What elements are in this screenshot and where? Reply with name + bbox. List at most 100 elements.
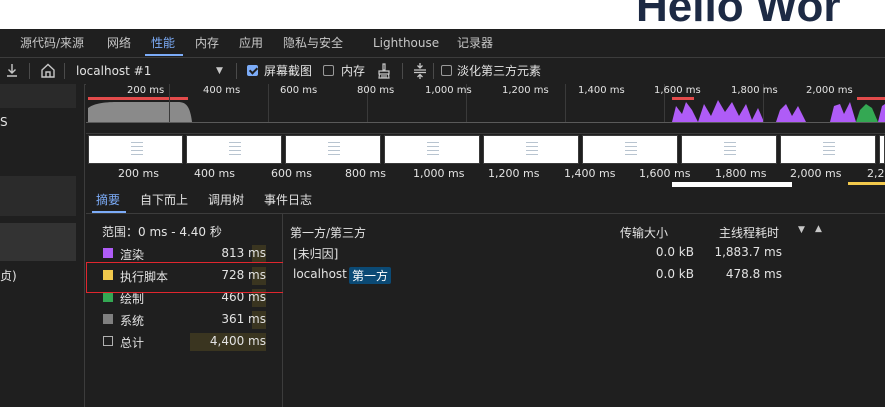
toolbar-divider (64, 63, 65, 79)
details-tabs: 摘要 自下而上 调用树 事件日志 (86, 188, 885, 214)
active-tab-indicator (92, 211, 126, 213)
page-heading: Hello Wor (636, 0, 841, 29)
overview-tick-label: 600 ms (280, 85, 318, 96)
screenshot-thumbnail[interactable] (780, 135, 876, 164)
screenshot-thumbnail[interactable] (483, 135, 579, 164)
screenshots-checkbox[interactable] (247, 65, 258, 76)
table-cell-size: 0.0 kB (655, 267, 694, 281)
page-preview: Hello Wor (0, 0, 885, 29)
overview-tick-label: 1,200 ms (502, 85, 549, 96)
screenshot-thumbnail[interactable] (879, 135, 885, 164)
ruler-tick-label: 1,200 ms (488, 167, 540, 180)
screenshot-thumbnail[interactable] (582, 135, 678, 164)
recording-select[interactable]: localhost #1 ▼ (76, 58, 228, 84)
tab-sources[interactable]: 源代码/来源 (20, 29, 84, 57)
recording-select-value: localhost #1 (76, 64, 152, 78)
table-cell-name: localhost (293, 267, 347, 281)
table-row[interactable]: [未归因] 0.0 kB 1,883.7 ms (283, 242, 813, 264)
screenshot-thumbnail[interactable] (88, 135, 183, 164)
screenshot-thumbnail[interactable] (186, 135, 282, 164)
overview-tick-label: 2,000 ms (806, 85, 853, 96)
table-cell-time: 478.8 ms (725, 267, 782, 281)
tab-bottom-up[interactable]: 自下而上 (140, 188, 188, 213)
broom-icon[interactable] (376, 58, 392, 84)
tab-privacy-security[interactable]: 隐私与安全 (283, 29, 343, 57)
column-header-main-thread-time[interactable]: 主线程耗时 (719, 224, 779, 241)
third-party-table: 第一方/第三方 传输大小 主线程耗时 ▼ ▲ [未归因] 0.0 kB 1,88… (283, 214, 885, 407)
table-row[interactable]: localhost 第一方 0.0 kB 478.8 ms (283, 264, 813, 286)
total-color-swatch (103, 336, 113, 346)
column-header-party[interactable]: 第一方/第三方 (290, 224, 366, 241)
ruler-tick-label: 400 ms (194, 167, 235, 180)
rendering-color-swatch (103, 248, 113, 258)
sort-descending-icon[interactable]: ▼ (798, 225, 805, 235)
screenshot-thumbnail[interactable] (384, 135, 480, 164)
dim-third-party-label[interactable]: 淡化第三方元素 (457, 58, 541, 84)
ruler-tick-label: 2,000 ms (790, 167, 842, 180)
screenshot-thumbnail[interactable] (285, 135, 381, 164)
home-icon[interactable] (39, 58, 57, 84)
left-sidebar: S 贞) (0, 84, 85, 407)
toolbar-divider (29, 63, 30, 79)
download-icon[interactable] (4, 58, 20, 84)
ruler-tick-label: 1,000 ms (413, 167, 465, 180)
ruler-tick-label: 800 ms (345, 167, 386, 180)
ruler-tick-label: 200 ms (118, 167, 159, 180)
screenshot-thumbnail[interactable] (681, 135, 777, 164)
sidebar-row[interactable] (0, 84, 76, 108)
sidebar-text-fragment: 贞) (0, 269, 17, 283)
memory-label[interactable]: 内存 (341, 58, 365, 84)
sidebar-row-selected[interactable] (0, 223, 76, 261)
summary-row-value: 813 ms (221, 246, 266, 260)
summary-row-value: 361 ms (221, 312, 266, 326)
table-cell-name: [未归因] (293, 247, 339, 261)
table-cell-size: 0.0 kB (655, 245, 694, 259)
dim-third-party-checkbox[interactable] (441, 65, 452, 76)
ruler-tick-label: 1,800 ms (715, 167, 767, 180)
summary-panel: 范围：0 ms - 4.40 秒 渲染 813 ms 执行脚本 728 ms 绘… (86, 214, 283, 407)
tab-recorder[interactable]: 记录器 (457, 29, 493, 57)
overview-tick-label: 400 ms (203, 85, 241, 96)
tab-event-log[interactable]: 事件日志 (264, 188, 312, 213)
overview-tick-label: 1,800 ms (731, 85, 778, 96)
painting-color-swatch (103, 292, 113, 302)
toolbar-divider (236, 63, 237, 79)
first-party-badge: 第一方 (349, 267, 392, 284)
sidebar-row[interactable] (0, 176, 76, 216)
ruler-tick-label: 2,20 (867, 167, 885, 180)
devtools-main-tabs: 源代码/来源 网络 性能 内存 应用 隐私与安全 Lighthouse 记录器 (0, 29, 885, 58)
tab-memory[interactable]: 内存 (195, 29, 219, 57)
system-color-swatch (103, 314, 113, 324)
timeline-overview[interactable]: 200 ms 400 ms 600 ms 800 ms 1,000 ms 1,2… (86, 84, 885, 187)
ruler-tick-label: 1,600 ms (639, 167, 691, 180)
summary-row-label: 系统 (120, 314, 145, 328)
screenshots-label[interactable]: 屏幕截图 (264, 58, 312, 84)
sidebar-text-fragment: S (0, 115, 8, 129)
tab-application[interactable]: 应用 (239, 29, 263, 57)
tab-summary[interactable]: 摘要 (96, 188, 120, 213)
summary-row-label: 总计 (120, 336, 145, 350)
overview-tick-label: 200 ms (127, 85, 165, 96)
range-text: 范围：0 ms - 4.40 秒 (102, 225, 222, 239)
tab-performance[interactable]: 性能 (151, 29, 175, 57)
table-cell-time: 1,883.7 ms (714, 245, 782, 259)
overview-tick-label: 800 ms (357, 85, 395, 96)
memory-checkbox[interactable] (323, 65, 334, 76)
toolbar-divider (433, 63, 434, 79)
column-header-transfer-size[interactable]: 传输大小 (620, 224, 668, 241)
highlight-annotation-box (86, 262, 306, 293)
overview-tick-label: 1,000 ms (425, 85, 472, 96)
tab-lighthouse[interactable]: Lighthouse (373, 29, 439, 57)
summary-row-label: 渲染 (120, 248, 145, 262)
ruler-tick-label: 600 ms (271, 167, 312, 180)
overview-tick-label: 1,400 ms (578, 85, 625, 96)
summary-row: 总计 4,400 ms (86, 331, 282, 353)
tab-call-tree[interactable]: 调用树 (208, 188, 244, 213)
overview-tick-label: 1,600 ms (654, 85, 701, 96)
collapse-track-icon[interactable] (411, 58, 429, 84)
active-tab-indicator (145, 54, 183, 56)
ruler-tick-label: 1,400 ms (564, 167, 616, 180)
scroll-up-icon[interactable]: ▲ (815, 224, 822, 234)
summary-row-value: 4,400 ms (209, 334, 266, 348)
tab-network[interactable]: 网络 (107, 29, 131, 57)
